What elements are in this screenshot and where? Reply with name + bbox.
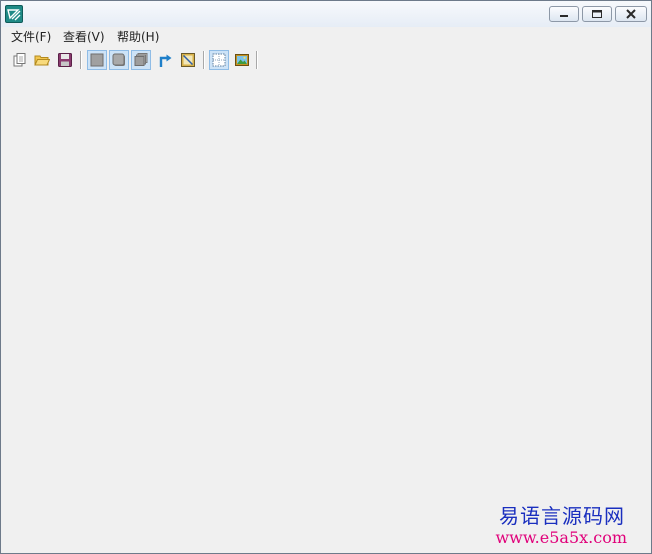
layer-square-icon xyxy=(90,53,104,67)
close-button[interactable] xyxy=(615,6,647,22)
layer-stack-button[interactable] xyxy=(131,50,151,70)
new-file-icon xyxy=(13,53,26,67)
open-folder-icon xyxy=(34,55,50,66)
arrow-button[interactable] xyxy=(155,50,175,70)
restore-icon xyxy=(592,10,602,18)
grid-frame-button[interactable] xyxy=(209,50,229,70)
menu-bar: 文件(F) 查看(V) 帮助(H) xyxy=(1,27,651,47)
minimize-icon xyxy=(560,15,568,17)
close-icon xyxy=(626,9,636,19)
toolbar xyxy=(1,47,651,73)
blue-arrow-icon xyxy=(159,54,172,67)
landscape-image-icon xyxy=(235,54,249,66)
open-button[interactable] xyxy=(32,50,52,70)
save-disk-icon xyxy=(58,53,72,67)
grid-frame-icon xyxy=(212,53,226,67)
save-button[interactable] xyxy=(55,50,75,70)
watermark-url: www.e5a5x.com xyxy=(495,528,627,547)
toolbar-separator xyxy=(80,51,81,69)
picture-frame-button[interactable] xyxy=(178,50,198,70)
client-area[interactable]: 易语言源码网 www.e5a5x.com xyxy=(1,73,651,553)
layer-stack-icon xyxy=(134,53,148,66)
minimize-button[interactable] xyxy=(549,6,579,22)
app-window: 文件(F) 查看(V) 帮助(H) 易语言源码网 www.e5a5x.com xyxy=(0,0,652,554)
maximize-button[interactable] xyxy=(582,6,612,22)
toolbar-separator xyxy=(256,51,257,69)
menu-file[interactable]: 文件(F) xyxy=(11,29,51,45)
new-file-button[interactable] xyxy=(9,50,29,70)
layer-rounded-button[interactable] xyxy=(109,50,129,70)
landscape-image-button[interactable] xyxy=(232,50,252,70)
app-icon[interactable] xyxy=(5,5,23,23)
toolbar-separator xyxy=(203,51,204,69)
menu-view[interactable]: 查看(V) xyxy=(63,29,105,45)
menu-help[interactable]: 帮助(H) xyxy=(117,29,159,45)
title-bar[interactable] xyxy=(1,1,651,28)
layer-square-button[interactable] xyxy=(87,50,107,70)
layer-rounded-icon xyxy=(112,53,125,66)
watermark-title: 易语言源码网 xyxy=(499,504,625,528)
picture-frame-icon xyxy=(181,53,195,67)
